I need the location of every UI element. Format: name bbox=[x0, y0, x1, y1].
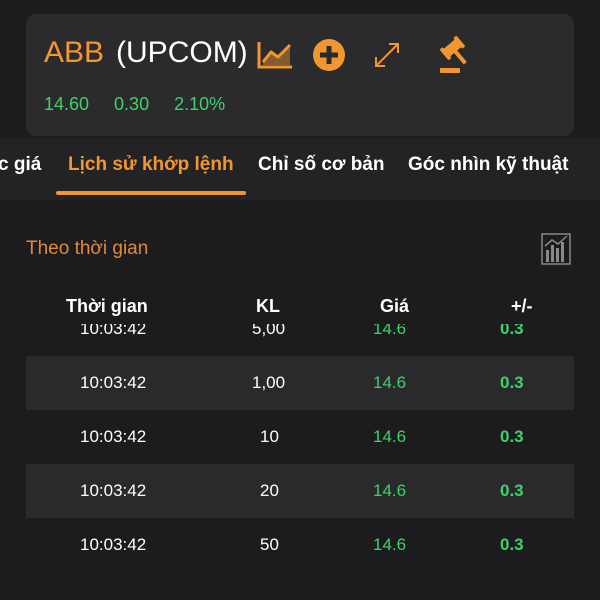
cell-price: 14.6 bbox=[373, 427, 407, 446]
table-row: 10:03:42 50 14.6 0.3 bbox=[26, 518, 574, 572]
price-change-percent: 2.10% bbox=[174, 94, 226, 114]
tab-fundamentals[interactable]: Chỉ số cơ bản bbox=[258, 154, 384, 176]
header-volume: KL bbox=[256, 296, 280, 316]
cell-price: 14.6 bbox=[373, 535, 407, 554]
tab-bar: c giá Lịch sử khớp lệnh Chỉ số cơ bản Gó… bbox=[0, 138, 600, 200]
cell-change: 0.3 bbox=[500, 481, 524, 500]
cell-volume: 1,00 bbox=[252, 373, 286, 392]
cell-change: 0.3 bbox=[500, 427, 524, 446]
header-price: Giá bbox=[380, 296, 410, 316]
cell-time: 10:03:42 bbox=[80, 427, 147, 446]
table-row: 10:03:42 1,00 14.6 0.3 bbox=[26, 356, 574, 410]
cell-change: 0.3 bbox=[500, 324, 524, 338]
stock-exchange: (UPCOM) bbox=[116, 36, 248, 69]
table-row: 10:03:42 5,00 14.6 0.3 bbox=[26, 324, 574, 356]
cell-price: 14.6 bbox=[373, 481, 407, 500]
cell-time: 10:03:42 bbox=[80, 481, 147, 500]
cell-volume: 10 bbox=[260, 427, 279, 446]
cell-volume: 20 bbox=[260, 481, 279, 500]
cell-time: 10:03:42 bbox=[80, 324, 147, 338]
stock-title: ABB (UPCOM) bbox=[44, 36, 248, 70]
cell-time: 10:03:42 bbox=[80, 373, 147, 392]
cell-price: 14.6 bbox=[373, 373, 407, 392]
report-chart-icon[interactable] bbox=[540, 232, 572, 266]
gavel-icon[interactable] bbox=[436, 36, 474, 74]
cell-volume: 5,00 bbox=[252, 324, 286, 338]
add-icon[interactable] bbox=[312, 38, 346, 72]
stock-header-card: ABB (UPCOM) 14.60 0.30 2.10% bbox=[26, 14, 574, 136]
header-change: +/- bbox=[511, 296, 533, 316]
section-title: Theo thời gian bbox=[26, 238, 149, 259]
stock-symbol: ABB bbox=[44, 36, 105, 69]
last-price: 14.60 bbox=[44, 94, 90, 114]
expand-icon[interactable] bbox=[370, 38, 404, 72]
table-row: 10:03:42 10 14.6 0.3 bbox=[26, 410, 574, 464]
header-time: Thời gian bbox=[66, 296, 148, 316]
tab-price[interactable]: c giá bbox=[0, 154, 41, 176]
line-chart-icon[interactable] bbox=[256, 40, 294, 70]
cell-price: 14.6 bbox=[373, 324, 407, 338]
quote-row: 14.60 0.30 2.10% bbox=[44, 94, 250, 115]
active-tab-indicator bbox=[56, 191, 246, 195]
cell-change: 0.3 bbox=[500, 535, 524, 554]
cell-time: 10:03:42 bbox=[80, 535, 147, 554]
table-header: Thời gian KL Giá +/- bbox=[0, 292, 600, 322]
trade-list[interactable]: 10:03:42 5,00 14.6 0.3 10:03:42 1,00 14.… bbox=[26, 324, 574, 600]
table-row: 10:03:42 20 14.6 0.3 bbox=[26, 464, 574, 518]
cell-volume: 50 bbox=[260, 535, 279, 554]
cell-change: 0.3 bbox=[500, 373, 524, 392]
tab-order-history[interactable]: Lịch sử khớp lệnh bbox=[68, 154, 234, 176]
price-change: 0.30 bbox=[114, 94, 150, 114]
tab-technical-view[interactable]: Góc nhìn kỹ thuật bbox=[408, 154, 568, 176]
